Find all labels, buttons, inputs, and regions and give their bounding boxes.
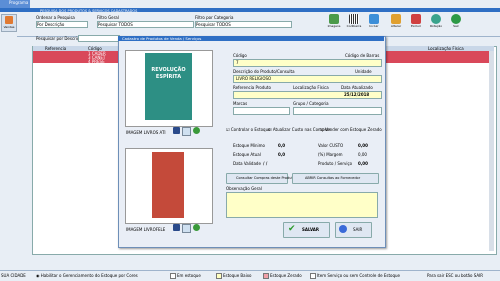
check-icon: ✔ [288,224,296,234]
grupo-label: Grupo / Categoria [293,101,329,106]
legend-low [216,273,222,279]
dialog-titlebar: Cadastro de Produtos de Venda / Serviços [118,36,384,41]
action-buttons: Imagens Codibarra Incluir Alterar Exclui… [325,12,495,36]
pvenda-value[interactable]: 0,00 [358,161,368,166]
star-icon[interactable] [173,224,180,231]
window-titlebar: Programa [0,0,30,8]
table-row[interactable]: 4 PRESE [33,59,118,64]
sale-select[interactable]: Pesquisar TODOS [97,21,194,28]
val-label: Data Validade [233,161,261,166]
window-title: Programa [9,0,29,5]
search-icon[interactable] [182,127,191,136]
consult-purchases-button[interactable]: Consultar Compras deste Produto [226,173,295,184]
eat-label: Estoque Atual [233,152,261,157]
data-label: Data Atualizado [341,85,373,90]
exit-dialog-button[interactable]: SAIR [335,222,372,238]
exit-hint: Para sair ESC ou botão SAIR [427,273,484,278]
edit-button[interactable]: Alterar [387,14,405,29]
desc-label: Pesquisar por Descrição [36,36,85,41]
book-cover-1: REVOLUÇÃO ESPÍRITA [145,53,192,120]
image1-label: IMAGEM LIVROS ATI [126,130,166,135]
legend-service [310,273,316,279]
ref-label: Referencia Produto [233,85,271,90]
marca-field[interactable] [233,107,290,115]
chk-zerado[interactable]: ☑ Vender com Estoque Zerado [320,127,382,132]
marca-label: Marcas [233,101,248,106]
edit-icon [391,14,401,24]
clear-icon[interactable] [193,224,200,231]
exit-button[interactable]: Sair [447,14,465,29]
loc-label: Localização Física [293,85,329,90]
cart-icon [5,16,13,24]
grupo-field[interactable] [293,107,382,115]
insert-button[interactable]: Incluir [365,14,383,29]
exit-icon [451,14,461,24]
emin-label: Estoque Mínimo [233,143,265,148]
vcusto-label: Valor CUSTO [318,143,344,148]
desc-product-field[interactable]: LIVRO RELIGIOSO [233,75,382,83]
dialog-title: Cadastro de Produtos de Venda / Serviços [122,36,202,41]
unid-label: Unidade [355,69,372,74]
desc-search-input[interactable] [78,35,120,42]
status-bar: SUA CIDADE ◉ Habilitar o Gerenciamento d… [0,270,500,281]
rotate-icon [431,14,441,24]
pvenda-label: Produto / Serviço [318,161,353,166]
eat-value[interactable]: 0,0 [278,152,285,157]
vendas-label: Vendas [3,25,15,29]
legend-stock [170,273,176,279]
ref-field[interactable]: 25/12/2018 [233,91,382,99]
star-icon[interactable] [173,127,180,134]
codigo-label: Código [233,53,247,58]
grid-scrollbar[interactable] [489,51,494,251]
cat-label: Filtro por Categoria [195,15,234,20]
images-button[interactable]: Imagens [325,14,343,29]
barras-label: Código de Barras [345,53,380,58]
val-value[interactable]: / / [263,161,267,166]
delete-button[interactable]: Excluir [407,14,425,29]
add-icon [369,14,379,24]
exit-icon [339,225,347,233]
color-management-checkbox[interactable]: ◉ Habilitar o Gerenciamento do Estoque p… [36,273,138,278]
order-label: Ordenar a Pesquisa [36,15,75,20]
save-button[interactable]: ✔ SALVAR [283,222,330,238]
image2-label: IMAGEM LIVROFELE [126,227,166,232]
chk-estoque[interactable]: ☑ Controlar o Estoque [226,127,271,132]
grid-rows-right [384,51,494,63]
barcode-icon [349,14,359,24]
emin-value[interactable]: 0,0 [278,143,285,148]
sale-label: Filtro Geral [97,15,119,20]
clear-icon[interactable] [193,127,200,134]
images-icon [329,14,339,24]
order-select[interactable]: Por Descrição [36,21,88,28]
search-icon[interactable] [182,224,191,233]
legend-zero [263,273,269,279]
obs-field[interactable] [226,192,378,218]
codigo-field[interactable]: 7 [233,59,382,67]
obs-label: Observação Geral [226,186,262,191]
margem-value[interactable]: 0,00 [358,152,367,157]
grid-rows: 1 CADER 3 CANET 4 PRESE [33,51,118,64]
margem-label: (%) Margem [318,152,343,157]
desc-product-label: Descrição do Produto/Consulta [233,69,295,74]
cat-select[interactable]: Pesquisar TODOS [195,21,292,28]
vcusto-value[interactable]: 0,00 [358,143,368,148]
vendas-button[interactable]: Vendas [1,14,17,32]
barcode-button[interactable]: Codibarra [345,14,363,29]
rotate-button[interactable]: Rotação [427,14,445,29]
city-label: SUA CIDADE [1,273,26,278]
consult-supplier-button[interactable]: ABRIR Consultas ao Fornecedor [292,173,379,184]
book-cover-2 [152,152,184,218]
delete-icon [411,14,421,24]
